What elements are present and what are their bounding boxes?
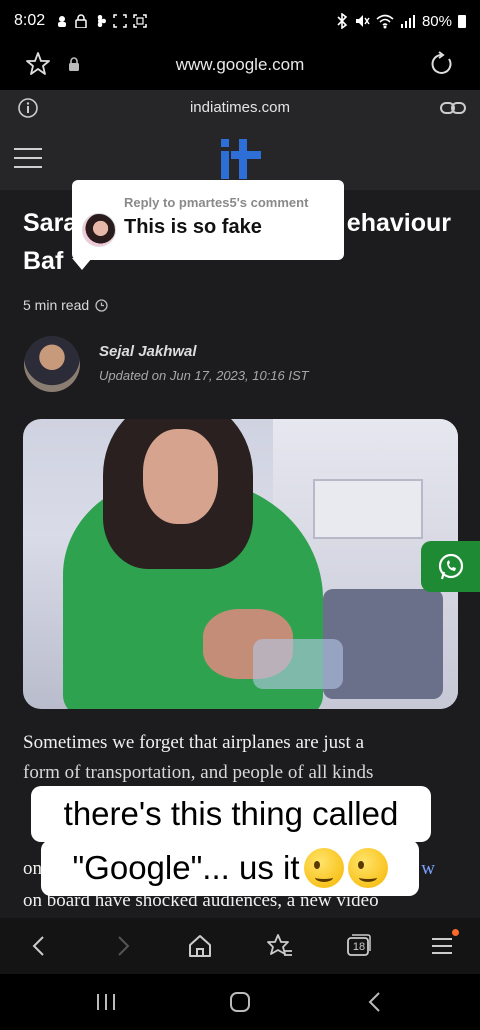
- paragraph-3-start: on: [23, 858, 42, 879]
- reply-comment-bubble[interactable]: Reply to pmartes5's comment This is so f…: [72, 180, 344, 260]
- menu-icon[interactable]: [14, 148, 42, 168]
- site-info-row: indiatimes.com: [0, 90, 480, 126]
- commenter-avatar: [82, 213, 116, 247]
- reply-bubble-tail: [72, 258, 92, 270]
- winking-face-emoji-icon: [347, 848, 388, 888]
- whatsapp-icon: [438, 553, 464, 580]
- caption-line-1: there's this thing called: [31, 786, 431, 842]
- home-icon[interactable]: [186, 932, 214, 960]
- author-avatar[interactable]: [24, 336, 80, 392]
- signal-icon: [400, 15, 415, 28]
- read-time: 5 min read: [23, 297, 108, 313]
- link-icon[interactable]: [440, 99, 466, 117]
- back-icon[interactable]: [26, 932, 54, 960]
- status-time: 8:02: [14, 12, 46, 29]
- status-right: 80%: [336, 13, 466, 30]
- scan-icon: [113, 14, 127, 28]
- headline-end: ehaviour: [346, 209, 451, 237]
- article-paragraph-2: form of transportation, and people of al…: [23, 762, 374, 783]
- wifi-icon: [376, 14, 394, 29]
- face-peeking-emoji-icon: [303, 848, 344, 888]
- notification-app-icon: [58, 16, 67, 27]
- site-header: indiatimes.com: [0, 90, 480, 190]
- caption-text-2: "Google"... us it: [72, 849, 300, 886]
- bookmarks-icon[interactable]: [266, 932, 294, 960]
- caption-text-1: there's this thing called: [63, 795, 399, 832]
- whatsapp-share-button[interactable]: [421, 541, 480, 592]
- fan-icon: [97, 15, 107, 27]
- updated-date: Updated on Jun 17, 2023, 10:16 IST: [99, 368, 309, 383]
- reply-label: Reply to pmartes5's comment: [124, 195, 309, 210]
- menu-notification-dot: [452, 929, 459, 936]
- headline-start: Sara: [23, 209, 78, 237]
- url-text[interactable]: www.google.com: [0, 55, 480, 75]
- battery-percent: 80%: [421, 12, 452, 30]
- system-navigation-bar: [0, 974, 480, 1030]
- read-time-label: 5 min read: [23, 297, 90, 313]
- tabs-count: 18: [352, 941, 366, 953]
- tabs-button[interactable]: 18: [346, 933, 372, 957]
- home-nav-icon[interactable]: [228, 990, 252, 1014]
- headline-line2: Baf: [23, 247, 64, 275]
- article-paragraph-1: Sometimes we forget that airplanes are j…: [23, 732, 365, 753]
- browser-toolbar: 18: [0, 918, 480, 974]
- recent-apps-icon[interactable]: [94, 992, 118, 1012]
- back-nav-icon[interactable]: [364, 990, 386, 1014]
- bluetooth-icon: [337, 13, 348, 29]
- caption-line-2: "Google"... us it: [41, 840, 419, 896]
- address-bar[interactable]: www.google.com: [0, 42, 480, 88]
- reload-icon[interactable]: [428, 50, 456, 78]
- article-image[interactable]: [23, 419, 458, 709]
- site-domain: indiatimes.com: [189, 99, 291, 116]
- mute-icon: [355, 15, 370, 27]
- more-menu-icon[interactable]: [428, 932, 456, 960]
- forward-icon[interactable]: [108, 932, 136, 960]
- screenshot-icon: [133, 14, 147, 28]
- lock-notification-icon: [75, 14, 87, 28]
- author-name[interactable]: Sejal Jakhwal: [99, 343, 197, 360]
- reply-text: This is so fake: [124, 216, 262, 238]
- paragraph-3-link[interactable]: w: [421, 858, 435, 880]
- notification-icons: [55, 14, 147, 28]
- indiatimes-logo[interactable]: [217, 137, 265, 181]
- clock-icon: [95, 298, 108, 312]
- status-bar: 8:02 80%: [0, 0, 480, 42]
- battery-icon: [458, 14, 466, 28]
